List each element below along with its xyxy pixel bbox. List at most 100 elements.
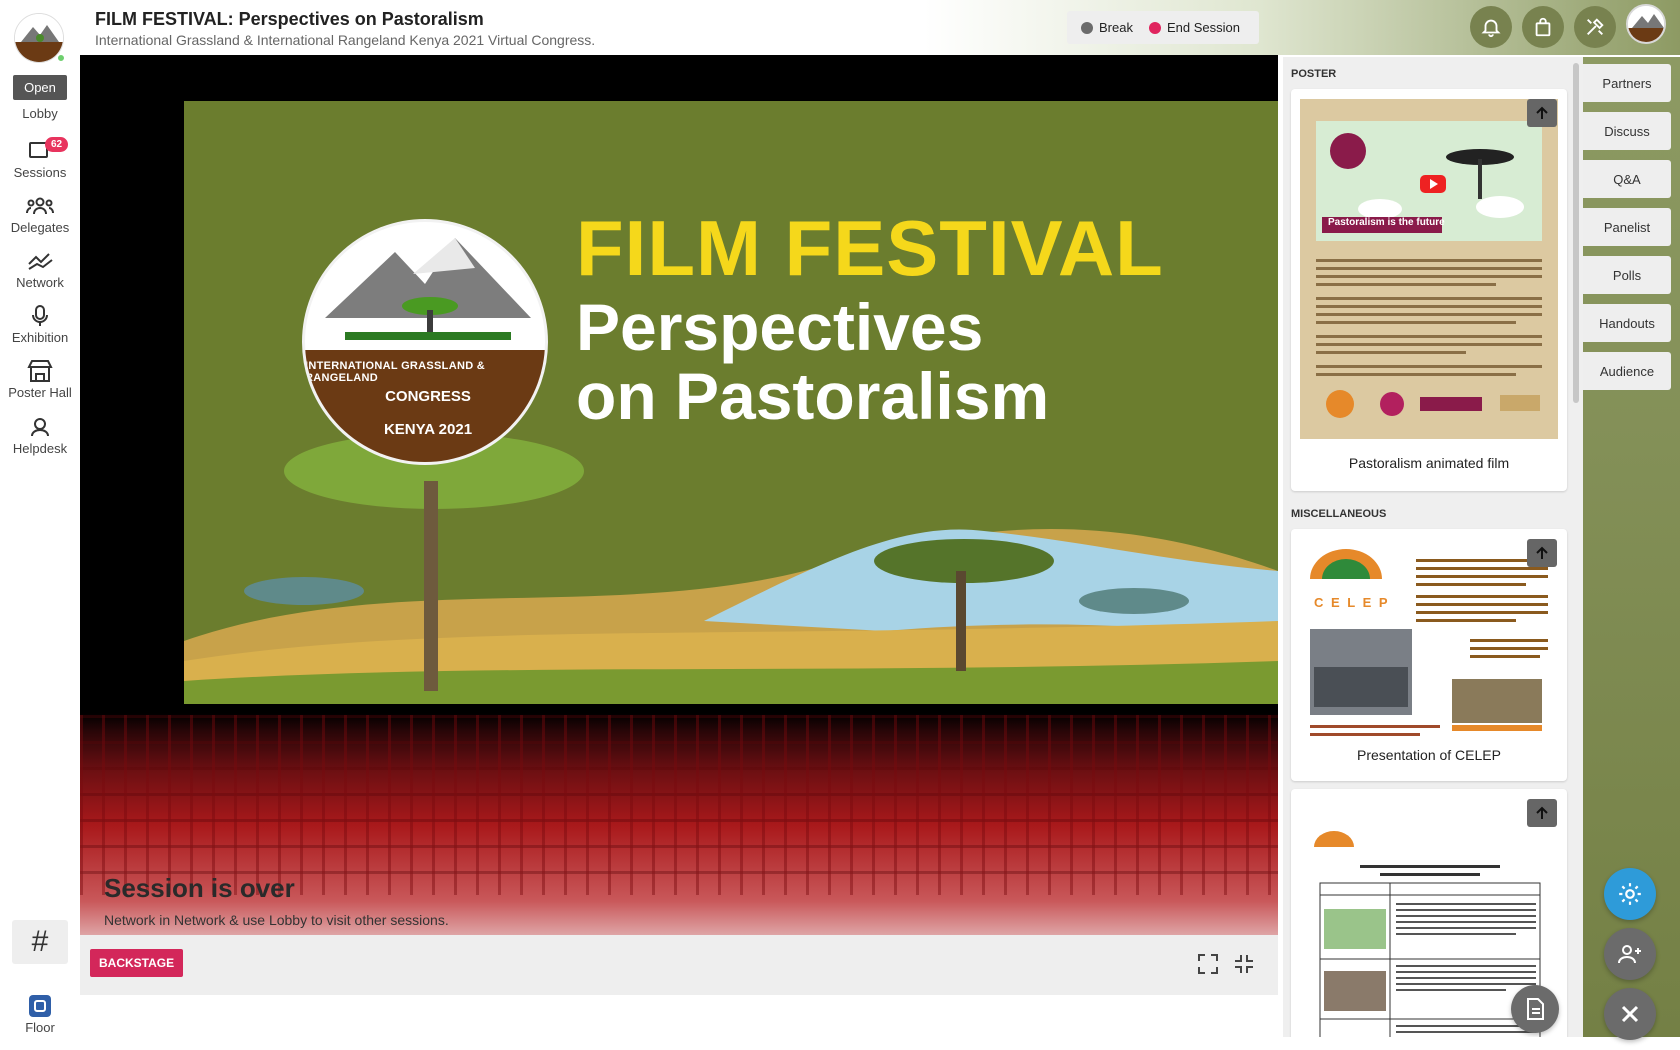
tab-audience[interactable]: Audience: [1583, 352, 1671, 390]
left-navigation: Open Lobby 62 Sessions Delegates Network…: [0, 0, 80, 1050]
shopping-bag-icon: [1535, 17, 1551, 37]
floor-icon: [25, 992, 55, 1020]
store-icon: [25, 357, 55, 385]
session-status-title: Session is over: [104, 873, 295, 903]
end-session-label: End Session: [1166, 20, 1240, 35]
nav-helpdesk[interactable]: Helpdesk: [0, 413, 80, 456]
online-status-dot: [56, 53, 66, 63]
lobby-label: Lobby: [22, 106, 58, 121]
tab-panelist[interactable]: Panelist: [1583, 208, 1671, 246]
helpdesk-label: Helpdesk: [12, 441, 68, 456]
celep-thumbnail[interactable]: C E L E P: [1300, 539, 1558, 749]
network-icon: [25, 247, 55, 275]
break-button[interactable]: Break: [1081, 20, 1133, 35]
tools-button[interactable]: [1574, 6, 1616, 48]
tab-partners[interactable]: Partners: [1583, 64, 1671, 102]
nav-network[interactable]: Network: [0, 247, 80, 290]
channels-button[interactable]: #: [12, 920, 68, 964]
celep-image-icon: [1300, 539, 1558, 749]
open-tooltip: Open: [13, 75, 67, 100]
minimize-icon[interactable]: [1233, 953, 1255, 975]
arrow-up-icon: [1536, 546, 1548, 559]
handout-card-poster[interactable]: Pastoralism is the future Pastoralism an…: [1291, 89, 1567, 491]
stage-toolbar: BACKSTAGE: [80, 935, 1278, 995]
notifications-button[interactable]: [1470, 6, 1512, 48]
poster-section-label: POSTER: [1291, 68, 1337, 80]
film-title-line3: on Pastoralism: [576, 359, 1050, 434]
page-subtitle: International Grassland & International …: [95, 32, 596, 48]
title-block: FILM FESTIVAL: Perspectives on Pastorali…: [95, 9, 595, 48]
nav-lobby[interactable]: Lobby: [0, 106, 80, 121]
exhibition-label: Exhibition: [11, 330, 69, 345]
emblem-banner: INTERNATIONAL GRASSLAND & RANGELAND CONG…: [305, 350, 545, 462]
film-title: FILM FESTIVAL Perspectives on Pastoralis…: [576, 209, 1164, 432]
handouts-panel: POSTER Pastoralism is the future Pastora…: [1283, 57, 1583, 1037]
page-title: FILM FESTIVAL: Perspectives on Pastorali…: [95, 9, 484, 29]
delegates-label: Delegates: [10, 220, 70, 235]
network-label: Network: [16, 275, 64, 290]
document-button[interactable]: [1511, 985, 1559, 1033]
congress-logo-icon: [1628, 6, 1664, 42]
sessions-badge: 62: [45, 137, 69, 152]
backstage-button[interactable]: BACKSTAGE: [90, 949, 184, 977]
add-user-icon: [1618, 945, 1641, 964]
helpdesk-icon: [25, 413, 55, 441]
handout-card-celep[interactable]: C E L E P Presentation of CELEP: [1291, 529, 1567, 781]
mountain-icon: [325, 238, 531, 340]
session-status: Session is over Network in Network & use…: [104, 873, 449, 928]
emblem-line3: KENYA 2021: [383, 421, 473, 438]
nav-poster-hall[interactable]: Poster Hall: [0, 357, 80, 400]
pin-button-celep[interactable]: [1527, 539, 1557, 567]
shop-button[interactable]: [1522, 6, 1564, 48]
user-avatar[interactable]: [1626, 4, 1666, 44]
film-screen: INTERNATIONAL GRASSLAND & RANGELAND CONG…: [184, 101, 1278, 704]
end-session-button[interactable]: End Session: [1148, 20, 1240, 35]
add-user-button[interactable]: [1604, 928, 1656, 980]
close-icon: [1621, 1005, 1639, 1023]
document-icon: [1527, 998, 1544, 1020]
tab-polls[interactable]: Polls: [1583, 256, 1671, 294]
close-button[interactable]: [1604, 988, 1656, 1040]
panel-scrollbar[interactable]: [1573, 63, 1579, 403]
arrow-up-icon: [1536, 806, 1548, 819]
nav-delegates[interactable]: Delegates: [0, 192, 80, 235]
poster-thumbnail[interactable]: Pastoralism is the future: [1300, 99, 1558, 439]
top-header: FILM FESTIVAL: Perspectives on Pastorali…: [0, 0, 1680, 55]
film-title-line1: FILM FESTIVAL: [576, 204, 1164, 292]
tools-icon: [1587, 18, 1604, 35]
top-icons: [1470, 6, 1616, 48]
nav-exhibition[interactable]: Exhibition: [0, 302, 80, 345]
tab-discuss[interactable]: Discuss: [1583, 112, 1671, 150]
delegates-icon: [25, 192, 55, 220]
settings-button[interactable]: [1604, 868, 1656, 920]
poster-caption: Pastoralism animated film: [1348, 455, 1510, 471]
poster-hall-label: Poster Hall: [8, 385, 72, 400]
tab-qa[interactable]: Q&A: [1583, 160, 1671, 198]
pin-button-poster[interactable]: [1527, 99, 1557, 127]
session-controls: Break End Session: [1067, 11, 1259, 44]
end-dot-icon: [1148, 21, 1161, 34]
session-status-text: Network in Network & use Lobby to visit …: [104, 912, 449, 928]
microphone-icon: [25, 302, 55, 330]
floor-label: Floor: [25, 1020, 55, 1035]
poster-banner-text: Pastoralism is the future: [1328, 217, 1445, 228]
emblem-line1: INTERNATIONAL GRASSLAND & RANGELAND: [305, 360, 486, 384]
emblem-line2: CONGRESS: [385, 388, 471, 405]
arrow-up-icon: [1536, 106, 1548, 119]
film-title-line2: Perspectives: [576, 290, 984, 364]
congress-emblem: INTERNATIONAL GRASSLAND & RANGELAND CONG…: [302, 219, 548, 465]
right-tabs: Partners Discuss Q&A Panelist Polls Hand…: [1583, 57, 1680, 1040]
bell-icon: [1481, 19, 1501, 38]
misc-section-label: MISCELLANEOUS: [1291, 508, 1387, 520]
pin-button-film-list[interactable]: [1527, 799, 1557, 827]
nav-sessions[interactable]: 62 Sessions: [0, 137, 80, 180]
sessions-label: Sessions: [13, 165, 67, 180]
tab-handouts[interactable]: Handouts: [1583, 304, 1671, 342]
nav-floor[interactable]: Floor: [0, 992, 80, 1035]
celep-caption: Presentation of CELEP: [1357, 747, 1501, 763]
poster-image-icon: [1300, 99, 1558, 439]
cinema-seats: [80, 715, 1278, 895]
fullscreen-icon[interactable]: [1197, 953, 1219, 975]
celep-logo-text: C E L E P: [1314, 595, 1390, 610]
gear-icon: [1619, 883, 1641, 905]
